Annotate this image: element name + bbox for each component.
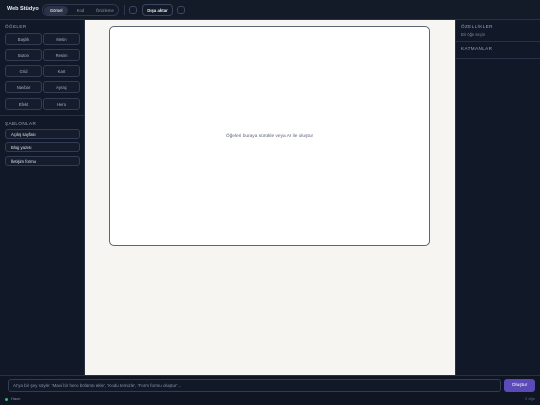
- top-toolbar: Web Stüdyo Görsel Kod Önizleme Dışa akta…: [0, 0, 540, 20]
- panel-divider: [0, 115, 85, 116]
- settings-button[interactable]: [177, 6, 185, 14]
- toolbar-divider: [124, 5, 125, 15]
- panel-divider: [456, 41, 540, 42]
- view-mode-switcher: Görsel Kod Önizleme: [42, 4, 119, 16]
- right-sidebar: ÖZELLİKLER Bir öğe seçin KATMANLAR: [455, 20, 540, 375]
- left-sidebar: ÖĞELER Başlık Metin Buton Resim Grid Kar…: [0, 20, 85, 375]
- template-blog-post[interactable]: Blog yazısı: [5, 142, 80, 152]
- canvas-area: Öğeleri buraya sürükle veya AI ile oluşt…: [85, 20, 455, 375]
- properties-empty-text: Bir öğe seçin: [461, 32, 486, 37]
- status-text: Hazır: [11, 396, 21, 401]
- element-card[interactable]: Kart: [43, 65, 80, 77]
- templates-title: ŞABLONLAR: [5, 121, 37, 126]
- panel-divider: [456, 58, 540, 59]
- element-divider[interactable]: Ayraç: [43, 81, 80, 93]
- properties-title: ÖZELLİKLER: [461, 24, 493, 29]
- element-text[interactable]: Metin: [43, 33, 80, 45]
- element-button[interactable]: Buton: [5, 49, 42, 61]
- tab-preview[interactable]: Önizleme: [93, 6, 117, 15]
- elements-title: ÖĞELER: [5, 24, 27, 29]
- undo-button[interactable]: [129, 6, 137, 14]
- ai-prompt-input[interactable]: [8, 379, 501, 392]
- element-image[interactable]: Resim: [43, 49, 80, 61]
- export-button[interactable]: Dışa aktar: [142, 4, 173, 16]
- layers-title: KATMANLAR: [461, 46, 493, 51]
- element-hero[interactable]: Hero: [43, 98, 80, 110]
- element-count: 0 öğe: [524, 396, 535, 401]
- status-indicator-icon: [5, 398, 8, 401]
- element-navbar[interactable]: Navbar: [5, 81, 42, 93]
- element-heading[interactable]: Başlık: [5, 33, 42, 45]
- app-title: Web Stüdyo: [7, 6, 39, 12]
- bottom-bar: Oluştur Hazır 0 öğe: [0, 375, 540, 405]
- element-grid[interactable]: Grid: [5, 65, 42, 77]
- template-contact-form[interactable]: İletişim formu: [5, 156, 80, 166]
- drop-zone[interactable]: Öğeleri buraya sürükle veya AI ile oluşt…: [109, 26, 430, 246]
- tab-code[interactable]: Kod: [68, 6, 92, 15]
- tab-visual[interactable]: Görsel: [44, 5, 69, 15]
- create-button[interactable]: Oluştur: [504, 379, 535, 392]
- template-landing-page[interactable]: Açılış sayfası: [5, 129, 80, 139]
- canvas-placeholder: Öğeleri buraya sürükle veya AI ile oluşt…: [225, 133, 314, 139]
- element-effect[interactable]: Efekt: [5, 98, 42, 110]
